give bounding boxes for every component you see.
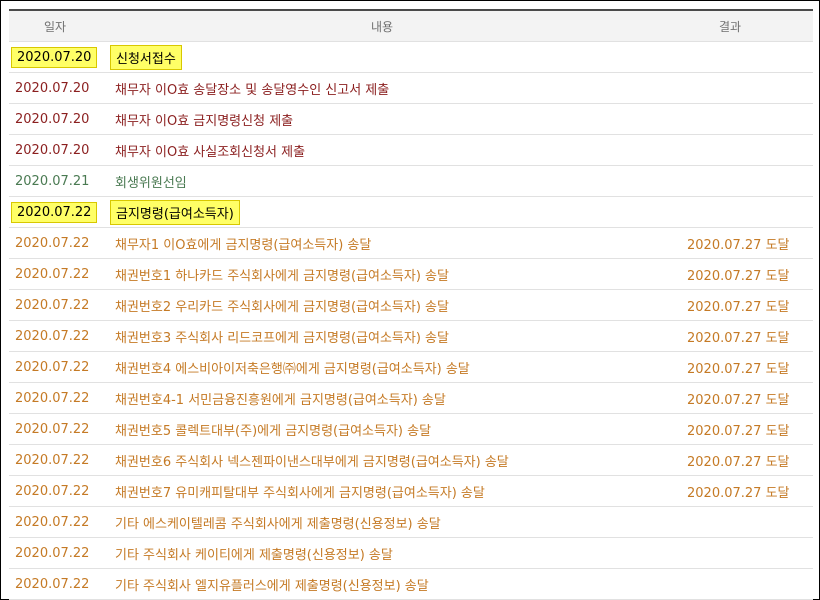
row-result: 2020.07.27 도달 xyxy=(687,330,790,346)
row-result: 2020.07.27 도달 xyxy=(687,454,790,470)
header-content: 내용 xyxy=(370,19,394,34)
row-date: 2020.07.21 xyxy=(15,173,90,189)
table-body: 2020.07.20 신청서접수 2020.07.20 채무자 이O효 송달장소 및 … xyxy=(9,42,813,600)
highlight-date: 2020.07.20 xyxy=(11,46,98,68)
table-row: 2020.07.22 채권번호2 우리카드 주식회사에게 금지명령(급여소득자) … xyxy=(9,290,813,321)
row-content: 채무자 이O효 송달장소 및 송달영수인 신고서 제출 xyxy=(115,82,390,98)
row-date: 2020.07.22 xyxy=(9,201,101,223)
table-row: 2020.07.22 기타 주식회사 케이티에게 제출명령(신용정보) 송달 xyxy=(9,538,813,569)
row-date: 2020.07.22 xyxy=(15,421,90,437)
highlight-content: 금지명령(급여소득자) xyxy=(110,199,240,225)
table-row: 2020.07.22 금지명령(급여소득자) xyxy=(9,197,813,228)
highlight-date: 2020.07.22 xyxy=(11,201,98,223)
table-row: 2020.07.20 채무자 이O효 송달장소 및 송달영수인 신고서 제출 xyxy=(9,73,813,104)
row-result: 2020.07.27 도달 xyxy=(687,237,790,253)
row-result: 2020.07.27 도달 xyxy=(687,392,790,408)
row-result: 2020.07.27 도달 xyxy=(687,268,790,284)
row-content: 회생위원선임 xyxy=(115,175,187,191)
case-progress-panel: 일자 내용 결과 2020.07.20 신청서접수 2020.07.20 채무자 이O… xyxy=(0,0,820,600)
row-date: 2020.07.22 xyxy=(15,390,90,406)
row-content: 신청서접수 xyxy=(101,44,663,70)
row-date: 2020.07.20 xyxy=(9,46,101,68)
row-result: 2020.07.27 도달 xyxy=(687,361,790,377)
row-content: 채무자1 이O효에게 금지명령(급여소득자) 송달 xyxy=(115,237,372,253)
row-date: 2020.07.22 xyxy=(15,452,90,468)
row-content: 기타 주식회사 엘지유플러스에게 제출명령(신용정보) 송달 xyxy=(115,578,429,594)
row-date: 2020.07.22 xyxy=(15,359,90,375)
table-row: 2020.07.22 기타 주식회사 엘지유플러스에게 제출명령(신용정보) 송달 xyxy=(9,569,813,600)
table-row: 2020.07.22 기타 에스케이텔레콤 주식회사에게 제출명령(신용정보) 송… xyxy=(9,507,813,538)
row-content: 금지명령(급여소득자) xyxy=(101,199,663,225)
row-content: 채권번호1 하나카드 주식회사에게 금지명령(급여소득자) 송달 xyxy=(115,268,449,284)
row-content: 채권번호7 유미캐피탈대부 주식회사에게 금지명령(급여소득자) 송달 xyxy=(115,485,485,501)
row-content: 채권번호5 콜렉트대부(주)에게 금지명령(급여소득자) 송달 xyxy=(115,423,432,439)
progress-table: 일자 내용 결과 2020.07.20 신청서접수 2020.07.20 채무자 이O… xyxy=(9,9,813,600)
row-result: 2020.07.27 도달 xyxy=(687,299,790,315)
row-content: 채무자 이O효 금지명령신청 제출 xyxy=(115,113,294,129)
highlight-content: 신청서접수 xyxy=(110,44,182,70)
table-row: 2020.07.22 채권번호4 에스비아이저축은행㈜에게 금지명령(급여소득자)… xyxy=(9,352,813,383)
table-row: 2020.07.22 채권번호1 하나카드 주식회사에게 금지명령(급여소득자) … xyxy=(9,259,813,290)
row-date: 2020.07.20 xyxy=(15,142,90,158)
row-date: 2020.07.22 xyxy=(15,328,90,344)
row-date: 2020.07.20 xyxy=(15,80,90,96)
table-row: 2020.07.22 채권번호7 유미캐피탈대부 주식회사에게 금지명령(급여소득… xyxy=(9,476,813,507)
row-date: 2020.07.22 xyxy=(15,545,90,561)
row-result: 2020.07.27 도달 xyxy=(687,485,790,501)
table-row: 2020.07.20 신청서접수 xyxy=(9,42,813,73)
row-date: 2020.07.22 xyxy=(15,297,90,313)
row-content: 기타 주식회사 케이티에게 제출명령(신용정보) 송달 xyxy=(115,547,393,563)
row-content: 기타 에스케이텔레콤 주식회사에게 제출명령(신용정보) 송달 xyxy=(115,516,441,532)
table-header: 일자 내용 결과 xyxy=(9,11,813,42)
header-result: 결과 xyxy=(719,19,742,34)
table-row: 2020.07.22 채권번호3 주식회사 리드코프에게 금지명령(급여소득자) … xyxy=(9,321,813,352)
row-content: 채권번호4-1 서민금융진흥원에게 금지명령(급여소득자) 송달 xyxy=(115,392,446,408)
row-content: 채권번호2 우리카드 주식회사에게 금지명령(급여소득자) 송달 xyxy=(115,299,449,315)
table-row: 2020.07.20 채무자 이O효 금지명령신청 제출 xyxy=(9,104,813,135)
row-result: 2020.07.27 도달 xyxy=(687,423,790,439)
row-date: 2020.07.22 xyxy=(15,235,90,251)
table-row: 2020.07.22 채권번호6 주식회사 넥스젠파이낸스대부에게 금지명령(급여… xyxy=(9,445,813,476)
table-row: 2020.07.21 회생위원선임 xyxy=(9,166,813,197)
table-row: 2020.07.20 채무자 이O효 사실조회신청서 제출 xyxy=(9,135,813,166)
table-row: 2020.07.22 채권번호4-1 서민금융진흥원에게 금지명령(급여소득자) … xyxy=(9,383,813,414)
row-date: 2020.07.22 xyxy=(15,266,90,282)
header-date: 일자 xyxy=(43,19,67,34)
table-row: 2020.07.22 채무자1 이O효에게 금지명령(급여소득자) 송달 2020.… xyxy=(9,228,813,259)
row-date: 2020.07.22 xyxy=(15,483,90,499)
row-content: 채권번호6 주식회사 넥스젠파이낸스대부에게 금지명령(급여소득자) 송달 xyxy=(115,454,509,470)
row-date: 2020.07.22 xyxy=(15,514,90,530)
row-content: 채권번호3 주식회사 리드코프에게 금지명령(급여소득자) 송달 xyxy=(115,330,449,346)
row-date: 2020.07.22 xyxy=(15,576,90,592)
table-row: 2020.07.22 채권번호5 콜렉트대부(주)에게 금지명령(급여소득자) 송… xyxy=(9,414,813,445)
row-content: 채권번호4 에스비아이저축은행㈜에게 금지명령(급여소득자) 송달 xyxy=(115,361,470,377)
row-content: 채무자 이O효 사실조회신청서 제출 xyxy=(115,144,306,160)
row-date: 2020.07.20 xyxy=(15,111,90,127)
